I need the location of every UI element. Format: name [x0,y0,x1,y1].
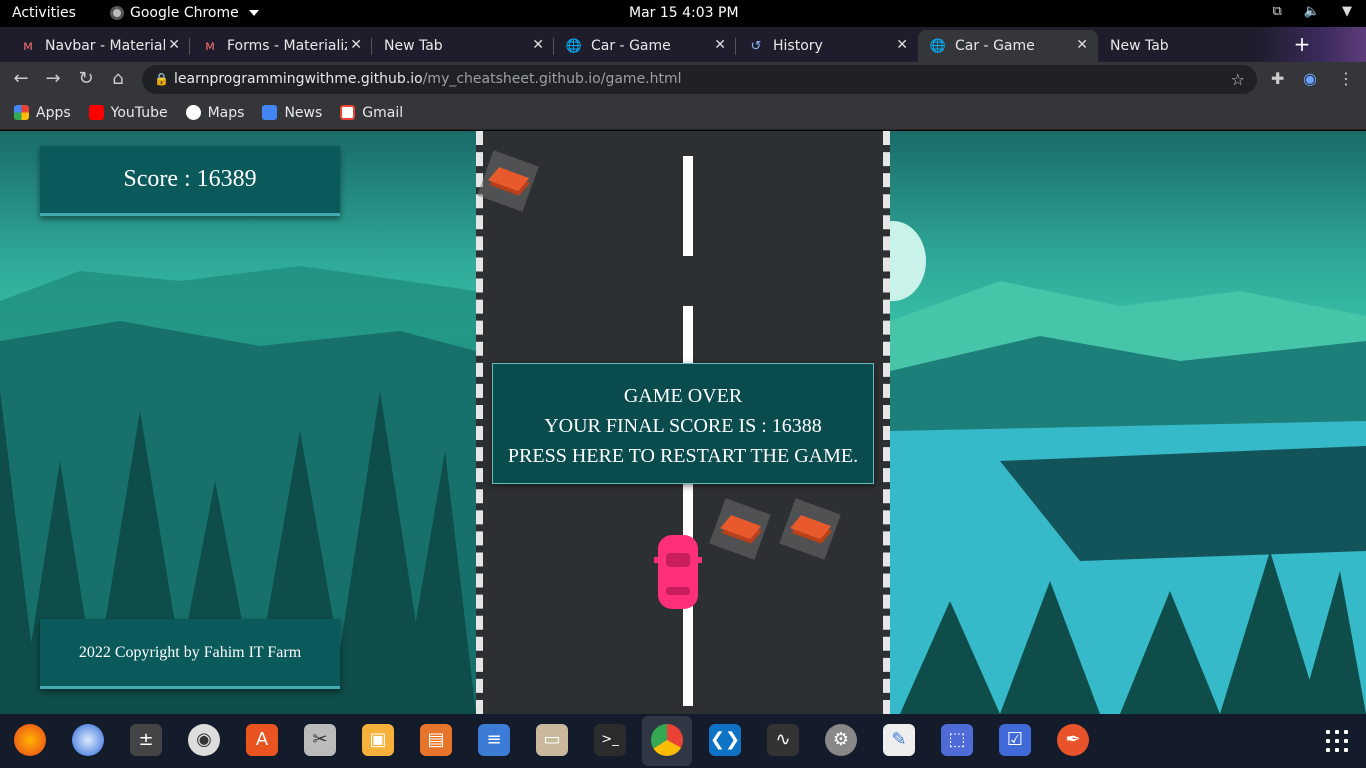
files-icon[interactable]: ▭ [536,724,568,756]
close-tab-icon[interactable]: ✕ [896,37,908,53]
profile-avatar-icon[interactable]: ◉ [1303,69,1317,88]
history-icon: ↺ [750,38,762,54]
tab-label: Car - Game [591,38,671,54]
tab-new-tab-2[interactable]: New Tab ✕ [1098,30,1280,62]
lane-marking [683,606,693,706]
app-menu-label: Google Chrome [130,5,239,21]
bookmark-gmail[interactable]: Gmail [340,105,403,121]
bookmark-star-icon[interactable]: ☆ [1231,65,1245,94]
lock-icon[interactable]: 🔒 [154,65,169,94]
bookmark-label: Maps [207,104,245,121]
final-score-text: YOUR FINAL SCORE IS : 16388 [544,415,822,437]
bookmark-news[interactable]: News [262,105,322,121]
address-bar[interactable]: 🔒 learnprogrammingwithme.github.io/my_ch… [142,65,1257,94]
youtube-icon [88,105,104,120]
power-menu-chevron-icon[interactable]: ▼ [1342,4,1352,19]
dock: ± ◉ A ✂ ▣ ▤ ≡ ▭ >_ ❮❯ ∿ ⚙ ✎ ⬚ ☑ ✒ [0,714,1366,768]
app-menu[interactable]: Google Chrome [110,5,259,21]
tab-label: Car - Game [955,38,1035,54]
system-tray[interactable]: ⧉ 🔈 ▼ [1273,4,1352,19]
text-editor-icon[interactable]: ✎ [883,724,915,756]
close-tab-icon[interactable]: ✕ [1076,37,1088,53]
activities-button[interactable]: Activities [12,5,76,21]
system-top-bar: Activities Google Chrome Mar 15 4:03 PM … [0,0,1366,27]
calculator-icon[interactable]: ± [130,724,162,756]
browser-toolbar: ← → ↻ ⌂ 🔒 learnprogrammingwithme.github.… [0,62,1366,96]
bookmarks-bar: Apps YouTube Maps News Gmail [0,96,1366,130]
tab-label: New Tab [1110,38,1169,54]
back-arrow-icon[interactable]: ← [10,68,32,90]
tab-strip: ᴍ Navbar - Materializ ✕ ᴍ Forms - Materi… [0,27,1366,62]
tab-forms-materialize[interactable]: ᴍ Forms - Materializ ✕ [190,30,372,62]
rhythmbox-icon[interactable]: ◉ [188,724,220,756]
tab-label: Navbar - Materializ [45,38,165,54]
network-icon[interactable]: ⧉ [1273,4,1282,19]
bookmark-label: Gmail [362,104,404,121]
close-tab-icon[interactable]: ✕ [168,37,180,53]
bookmark-label: Apps [36,104,71,121]
url-host: learnprogrammingwithme.github.io [174,71,423,87]
chrome-icon [110,6,124,20]
globe-icon [185,105,201,120]
bookmark-label: YouTube [110,104,168,121]
inkscape-icon[interactable]: ✒ [1057,724,1089,756]
bookmark-apps[interactable]: Apps [14,105,71,121]
settings-icon[interactable]: ⚙ [825,724,857,756]
menu-kebab-icon[interactable]: ⋮ [1338,69,1354,88]
player-car [654,535,702,609]
home-icon[interactable]: ⌂ [107,68,129,90]
copyright-footer: 2022 Copyright by Fahim IT Farm [40,619,340,689]
thunderbird-icon[interactable] [72,724,104,756]
video-editor-icon[interactable]: ✂ [304,724,336,756]
globe-icon: 🌐 [565,38,583,54]
image-viewer-icon[interactable]: ▣ [362,724,394,756]
tab-car-game-active[interactable]: 🌐 Car - Game ✕ [918,30,1098,62]
score-display: Score : 16389 [40,146,340,216]
firefox-icon[interactable] [14,724,46,756]
bookmark-label: News [284,104,323,121]
bookmark-youtube[interactable]: YouTube [88,104,168,121]
reload-icon[interactable]: ↻ [75,68,97,90]
tab-new-tab-1[interactable]: New Tab ✕ [372,30,554,62]
restart-prompt: PRESS HERE TO RESTART THE GAME. [507,445,859,467]
screenshot-icon[interactable]: ⬚ [941,724,973,756]
game-page: Score : 16389 2022 Copyright by Fahim IT… [0,131,1366,714]
bookmark-maps[interactable]: Maps [185,104,245,121]
game-over-title: GAME OVER [623,385,743,407]
vscode-icon[interactable]: ❮❯ [709,724,741,756]
tab-label: History [773,38,823,54]
tab-car-game-1[interactable]: 🌐 Car - Game ✕ [554,30,736,62]
materialize-icon: ᴍ [23,38,33,54]
apps-grid-icon [14,105,29,120]
volume-icon[interactable]: 🔈 [1304,4,1320,19]
materialize-icon: ᴍ [205,38,215,54]
game-over-restart-panel[interactable]: GAME OVER YOUR FINAL SCORE IS : 16388 PR… [492,363,874,484]
chevron-down-icon [248,10,259,16]
tab-history[interactable]: ↺ History ✕ [736,30,918,62]
tab-label: New Tab [384,38,443,54]
globe-icon: 🌐 [929,38,947,54]
news-icon [262,105,278,120]
app-store-icon[interactable]: A [246,724,278,756]
terminal-icon[interactable]: >_ [594,724,626,756]
tab-label: Forms - Materializ [227,38,347,54]
presentation-icon[interactable]: ▤ [420,724,452,756]
close-tab-icon[interactable]: ✕ [350,37,362,53]
system-monitor-icon[interactable]: ∿ [767,724,799,756]
url-path: /my_cheatsheet.github.io/game.html [422,71,682,87]
chrome-icon[interactable] [651,724,683,756]
new-tab-plus-icon[interactable]: + [1290,33,1314,57]
lane-marking [683,156,693,256]
show-applications-grid-icon[interactable] [1326,730,1348,752]
tasks-icon[interactable]: ☑ [999,724,1031,756]
forward-arrow-icon[interactable]: → [42,68,64,90]
gmail-icon [340,105,356,120]
close-tab-icon[interactable]: ✕ [532,37,544,53]
extensions-puzzle-icon[interactable]: ✚ [1271,69,1284,88]
close-tab-icon[interactable]: ✕ [714,37,726,53]
tab-navbar-materialize[interactable]: ᴍ Navbar - Materializ ✕ [8,30,190,62]
writer-icon[interactable]: ≡ [478,724,510,756]
clock[interactable]: Mar 15 4:03 PM [629,5,739,21]
